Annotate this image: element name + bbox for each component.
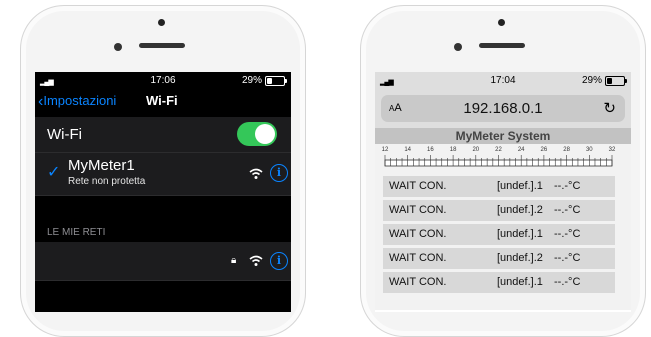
wifi-label: Wi-Fi xyxy=(47,126,82,143)
network-security: Rete non protetta xyxy=(68,176,146,187)
left-phone: ▂▄▆ 17:06 29% ‹Impostazioni Wi-Fi Wi-Fi … xyxy=(20,5,306,337)
reading-status: WAIT CON. xyxy=(389,252,447,264)
reading-temp: --.-°C xyxy=(554,204,581,216)
wifi-icon xyxy=(249,255,263,266)
battery-percent: 29% xyxy=(241,75,262,86)
reading-sensor: [undef.].1 xyxy=(497,228,543,240)
status-bar: ▂▄▆ 17:06 29% xyxy=(35,72,291,90)
section-header: LE MIE RETI xyxy=(47,227,106,238)
reading-sensor: [undef.].1 xyxy=(497,180,543,192)
front-sensor xyxy=(114,43,122,51)
reading-row: WAIT CON. [undef.].2 --.-°C xyxy=(383,200,615,221)
battery-icon xyxy=(605,76,627,86)
scale-tick-label: 12 xyxy=(381,147,389,153)
scale-tick-label: 16 xyxy=(427,147,434,153)
scale-tick-label: 14 xyxy=(404,147,412,153)
earpiece-speaker xyxy=(479,43,525,48)
camera-dot xyxy=(498,19,505,26)
reading-temp: --.-°C xyxy=(554,252,581,264)
reading-row: WAIT CON. [undef.].2 --.-°C xyxy=(383,248,615,269)
scale-tick-label: 26 xyxy=(540,147,548,153)
reading-status: WAIT CON. xyxy=(389,180,447,192)
earpiece-speaker xyxy=(139,43,185,48)
scale-tick-label: 18 xyxy=(449,147,457,153)
address-bar[interactable]: AA 192.168.0.1 ↻ xyxy=(381,95,625,122)
page-title: Wi-Fi xyxy=(146,93,178,108)
checkmark-icon: ✓ xyxy=(47,164,61,181)
scale-tick-label: 24 xyxy=(517,147,525,153)
scale-tick-label: 28 xyxy=(563,147,570,153)
status-bar: ▂▄▆ 17:04 29% xyxy=(375,72,631,90)
info-icon[interactable]: i xyxy=(270,164,288,182)
reading-row: WAIT CON. [undef.].1 --.-°C xyxy=(383,272,615,293)
scale-tick-label: 32 xyxy=(608,147,616,153)
scale-tick-label: 22 xyxy=(495,147,502,153)
camera-dot xyxy=(158,19,165,26)
settings-screen: ▂▄▆ 17:06 29% ‹Impostazioni Wi-Fi Wi-Fi … xyxy=(35,72,291,312)
temperature-scale: 12 14 16 18 20 22 24 26 28 30 32 xyxy=(375,144,631,170)
lock-icon: 🔒︎ xyxy=(231,255,237,266)
wifi-toggle[interactable] xyxy=(237,122,277,146)
front-sensor xyxy=(454,43,462,51)
browser-screen: ▂▄▆ 17:04 29% AA 192.168.0.1 ↻ MyMeter S… xyxy=(375,72,631,312)
reading-status: WAIT CON. xyxy=(389,276,447,288)
reading-status: WAIT CON. xyxy=(389,204,447,216)
reading-temp: --.-°C xyxy=(554,276,581,288)
reading-temp: --.-°C xyxy=(554,228,581,240)
readings-list: WAIT CON. [undef.].1 --.-°C WAIT CON. [undef… xyxy=(383,176,615,296)
back-button[interactable]: ‹Impostazioni xyxy=(38,93,116,111)
reading-row: WAIT CON. [undef.].1 --.-°C xyxy=(383,224,615,245)
network-name: MyMeter1 xyxy=(68,157,135,174)
battery-percent: 29% xyxy=(581,75,602,86)
reading-sensor: [undef.].2 xyxy=(497,252,543,264)
url-text[interactable]: 192.168.0.1 xyxy=(381,100,625,117)
scale-tick-label: 30 xyxy=(585,147,593,153)
reading-sensor: [undef.].2 xyxy=(497,204,543,216)
connected-network-row[interactable]: ✓ MyMeter1 Rete non protetta i xyxy=(35,153,291,196)
nav-bar: ‹Impostazioni Wi-Fi xyxy=(35,90,291,112)
scale-tick-label: 20 xyxy=(472,147,480,153)
reading-row: WAIT CON. [undef.].1 --.-°C xyxy=(383,176,615,197)
reading-sensor: [undef.].1 xyxy=(497,276,543,288)
wifi-toggle-row: Wi-Fi xyxy=(35,117,291,153)
wifi-icon xyxy=(249,168,263,179)
page-header: MyMeter System xyxy=(375,128,631,144)
right-phone: ▂▄▆ 17:04 29% AA 192.168.0.1 ↻ MyMeter S… xyxy=(360,5,646,337)
info-icon[interactable]: i xyxy=(270,252,288,270)
battery-icon xyxy=(265,76,287,86)
reading-temp: --.-°C xyxy=(554,180,581,192)
back-label: Impostazioni xyxy=(43,93,117,108)
reading-status: WAIT CON. xyxy=(389,228,447,240)
saved-network-row[interactable]: 🔒︎ i xyxy=(35,242,291,281)
reload-icon[interactable]: ↻ xyxy=(603,99,616,117)
web-page: MyMeter System 12 14 16 18 20 22 24 26 28 30 32 WA… xyxy=(375,128,631,310)
address-bar-area: AA 192.168.0.1 ↻ xyxy=(375,90,631,128)
